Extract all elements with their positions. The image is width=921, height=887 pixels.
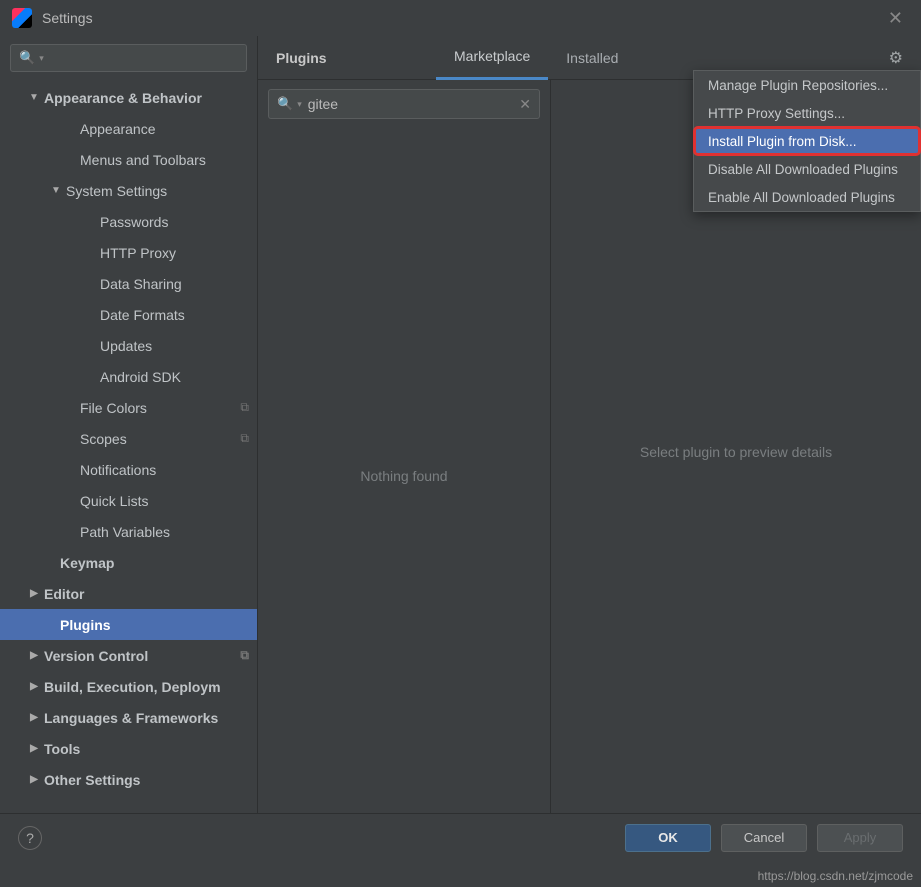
chevron-right-icon [28,681,40,692]
menu-item[interactable]: Disable All Downloaded Plugins [694,155,920,183]
close-icon[interactable]: ✕ [882,8,909,29]
scope-icon: ⧉ [240,648,249,663]
tree-item-label: Keymap [60,555,114,571]
tree-item-label: System Settings [66,183,167,199]
tree-item-label: Plugins [60,617,111,633]
empty-detail-text: Select plugin to preview details [640,444,832,460]
gear-context-menu: Manage Plugin Repositories...HTTP Proxy … [693,70,921,212]
chevron-right-icon [28,774,40,785]
tree-item[interactable]: Keymap [0,547,257,578]
tree-item-label: File Colors [80,400,147,416]
tree-item[interactable]: Appearance [0,113,257,144]
tree-item-label: Languages & Frameworks [44,710,218,726]
chevron-down-icon [50,185,62,196]
tree-item-label: Path Variables [80,524,170,540]
plugin-search-input[interactable] [308,96,520,112]
sidebar: 🔍▾ Appearance & BehaviorAppearanceMenus … [0,36,258,824]
app-icon [12,8,32,28]
empty-results-text: Nothing found [258,128,550,824]
tree-item-label: Other Settings [44,772,140,788]
scope-icon: ⧉ [240,400,249,415]
settings-tree: Appearance & Behavior Appearance Menus and… [0,82,257,795]
tree-item-label: HTTP Proxy [100,245,176,261]
tree-item[interactable]: Scopes ⧉ [0,423,257,454]
tree-item-label: Appearance & Behavior [44,90,202,106]
clear-icon[interactable]: ✕ [519,96,531,113]
tree-item-label: Data Sharing [100,276,182,292]
tree-item-label: Scopes [80,431,127,447]
chevron-down-icon: ▾ [297,99,302,110]
chevron-right-icon [28,650,40,661]
chevron-right-icon [28,743,40,754]
tree-item-label: Editor [44,586,84,602]
tab-installed[interactable]: Installed [548,36,636,80]
tree-item[interactable]: Notifications [0,454,257,485]
apply-button: Apply [817,824,903,852]
tree-item-label: Passwords [100,214,168,230]
titlebar: Settings ✕ [0,0,921,36]
window-title: Settings [42,10,882,26]
menu-item[interactable]: Enable All Downloaded Plugins [694,183,920,211]
tree-item[interactable]: Date Formats [0,299,257,330]
tree-item[interactable]: Editor [0,578,257,609]
tree-item[interactable]: Version Control ⧉ [0,640,257,671]
tree-item[interactable]: HTTP Proxy [0,237,257,268]
menu-item[interactable]: Manage Plugin Repositories... [694,71,920,99]
tree-item[interactable]: Updates [0,330,257,361]
tree-item-label: Tools [44,741,80,757]
tree-item-label: Date Formats [100,307,185,323]
search-icon: 🔍 [19,50,35,66]
tree-item[interactable]: Path Variables [0,516,257,547]
tree-item-label: Quick Lists [80,493,148,509]
watermark-text: https://blog.csdn.net/zjmcode [758,869,913,883]
sidebar-search-input[interactable]: 🔍▾ [10,44,247,72]
cancel-button[interactable]: Cancel [721,824,807,852]
tree-item[interactable]: Other Settings [0,764,257,795]
help-button[interactable]: ? [18,826,42,850]
tree-item-label: Build, Execution, Deploym [44,679,221,695]
tree-item-label: Menus and Toolbars [80,152,206,168]
tree-item-label: Updates [100,338,152,354]
tree-item[interactable]: Plugins [0,609,257,640]
search-icon: 🔍 [277,96,293,112]
tree-item[interactable]: File Colors ⧉ [0,392,257,423]
tree-item[interactable]: Data Sharing [0,268,257,299]
dialog-footer: ? OK Cancel Apply [0,813,921,861]
tree-item-label: Version Control [44,648,148,664]
plugin-search[interactable]: 🔍 ▾ ✕ [268,89,540,119]
tree-item-label: Notifications [80,462,156,478]
tree-item[interactable]: Appearance & Behavior [0,82,257,113]
chevron-down-icon: ▾ [39,53,44,64]
scope-icon: ⧉ [240,431,249,446]
menu-item[interactable]: HTTP Proxy Settings... [694,99,920,127]
chevron-down-icon [28,92,40,103]
tree-item[interactable]: System Settings [0,175,257,206]
tree-item[interactable]: Languages & Frameworks [0,702,257,733]
tree-item[interactable]: Tools [0,733,257,764]
page-title: Plugins [276,50,436,66]
tree-item[interactable]: Passwords [0,206,257,237]
gear-icon[interactable]: ⚙ [889,48,903,68]
tab-marketplace[interactable]: Marketplace [436,36,548,80]
tree-item[interactable]: Quick Lists [0,485,257,516]
tree-item[interactable]: Android SDK [0,361,257,392]
tree-item-label: Appearance [80,121,156,137]
chevron-right-icon [28,712,40,723]
plugin-list-pane: 🔍 ▾ ✕ Nothing found [258,80,551,824]
menu-item[interactable]: Install Plugin from Disk... [694,127,920,155]
tree-item-label: Android SDK [100,369,181,385]
tree-item[interactable]: Build, Execution, Deploym [0,671,257,702]
tree-item[interactable]: Menus and Toolbars [0,144,257,175]
ok-button[interactable]: OK [625,824,711,852]
chevron-right-icon [28,588,40,599]
